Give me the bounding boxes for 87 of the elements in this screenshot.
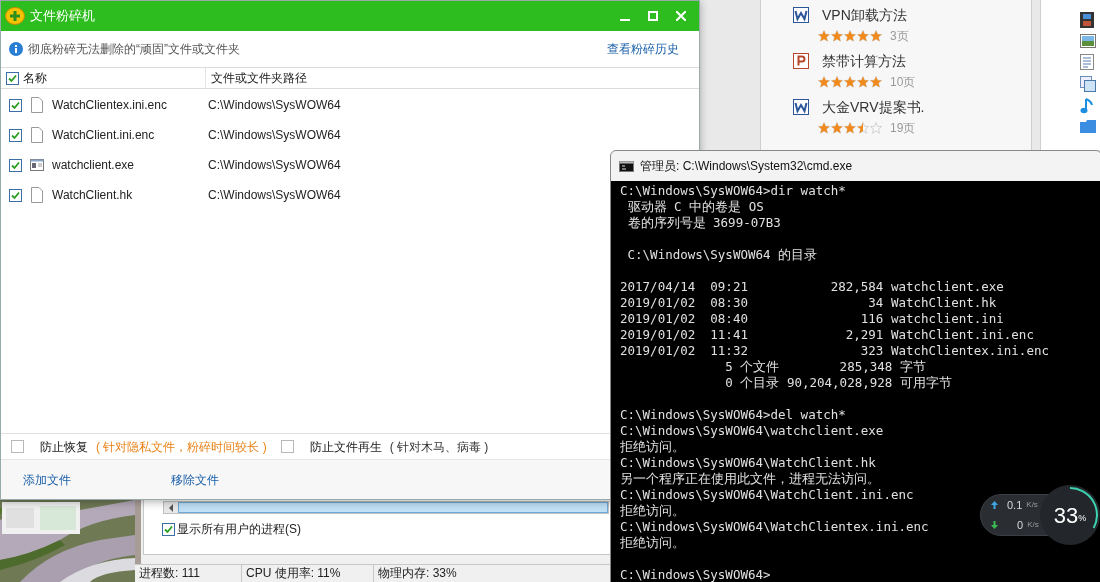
app-logo-icon — [5, 7, 25, 25]
checkbox[interactable] — [11, 440, 24, 453]
console-line: C:\Windows\SysWOW64\WatchClient.hk — [620, 455, 876, 471]
checkbox[interactable] — [9, 188, 22, 202]
console-line: 拒绝访问。 — [620, 439, 685, 455]
file-path: C:\Windows\SysWOW64 — [207, 157, 341, 174]
file-icon — [31, 127, 43, 143]
checkbox[interactable] — [9, 158, 22, 172]
file-path: C:\Windows\SysWOW64 — [207, 187, 341, 204]
film-icon — [1080, 12, 1094, 28]
column-header: 文件或文件夹路径 — [210, 70, 307, 87]
console-icon — [619, 160, 634, 172]
option-label: 防止恢复 — [40, 438, 88, 456]
music-note-icon — [1080, 98, 1094, 114]
action-link[interactable]: 移除文件 — [171, 470, 219, 489]
document-title[interactable]: VPN卸载方法 — [822, 4, 907, 26]
file-name: watchclient.exe — [52, 157, 135, 174]
file-icon — [31, 97, 43, 113]
console-line: 2019/01/02 11:41 2,291 WatchClient.ini.enc — [620, 327, 1034, 343]
status-text: 物理内存: 33% — [377, 565, 458, 582]
console-line: 2019/01/02 11:32 323 WatchClientex.ini.enc — [620, 343, 1049, 359]
document-title[interactable]: 大金VRV提案书. — [822, 96, 925, 118]
window-title: 文件粉碎机 — [30, 7, 95, 26]
word-document-icon — [793, 7, 809, 23]
file-name: WatchClient.hk — [52, 187, 133, 204]
console-line: C:\Windows\SysWOW64\WatchClient.ini.enc — [620, 487, 914, 503]
speed-unit: K/s — [1027, 519, 1039, 532]
document-icon — [1080, 54, 1094, 70]
upload-speed: 0.1 — [1007, 497, 1023, 513]
image-icon — [1080, 34, 1096, 48]
percent-sign: % — [1078, 513, 1087, 526]
checkbox[interactable] — [6, 71, 19, 85]
checkbox-label: 显示所有用户的进程(S) — [177, 521, 301, 538]
download-speed: 0 — [1017, 518, 1024, 533]
document-title[interactable]: 禁带计算方法 — [822, 50, 906, 72]
console-line: C:\Windows\SysWOW64>del watch* — [620, 407, 846, 423]
option-note: ( 针对隐私文件，粉碎时间较长 ) — [96, 438, 267, 456]
console-line: 2019/01/02 08:40 116 watchclient.ini — [620, 311, 1004, 327]
console-line: 2019/01/02 08:30 34 WatchClient.hk — [620, 295, 997, 311]
checkbox[interactable] — [9, 98, 22, 112]
info-icon — [9, 42, 23, 56]
file-icon — [31, 187, 43, 203]
option-note: ( 针对木马、病毒 ) — [389, 438, 489, 456]
upload-arrow-icon — [991, 500, 998, 509]
scroll-thumb[interactable] — [178, 502, 608, 513]
program-file-icon — [30, 159, 44, 171]
console-line: 卷的序列号是 3699-07B3 — [626, 215, 781, 231]
status-text: 进程数: 111 — [135, 565, 242, 582]
checkbox[interactable] — [9, 128, 22, 142]
console-line: C:\Windows\SysWOW64 的目录 — [626, 247, 818, 263]
speed-unit: K/s — [1026, 498, 1038, 511]
console-line: 2017/04/14 09:21 282,584 watchclient.exe — [620, 279, 1004, 295]
page-count: 19页 — [890, 120, 916, 137]
file-path: C:\Windows\SysWOW64 — [207, 127, 341, 144]
console-line: 另一个程序正在使用此文件，进程无法访问。 — [620, 471, 880, 487]
horizontal-scrollbar[interactable] — [163, 501, 609, 514]
console-line: C:\Windows\SysWOW64> — [620, 567, 771, 582]
gauge-percent: 33 — [1053, 501, 1079, 530]
history-link[interactable]: 查看粉碎历史 — [607, 40, 679, 58]
column-header: 名称 — [23, 70, 47, 87]
console-line: C:\Windows\SysWOW64>dir watch* — [620, 183, 846, 199]
file-path: C:\Windows\SysWOW64 — [207, 97, 341, 114]
option-label: 防止文件再生 — [309, 438, 382, 456]
page-count: 3页 — [890, 28, 909, 45]
console-line: 拒绝访问。 — [620, 535, 685, 551]
file-name: WatchClient.ini.enc — [52, 127, 155, 144]
folder-icon — [1080, 120, 1096, 133]
copy-icon — [1080, 76, 1096, 92]
console-line: 拒绝访问。 — [620, 503, 685, 519]
status-text: CPU 使用率: 11% — [242, 565, 374, 582]
console-line: C:\Windows\SysWOW64\watchclient.exe — [620, 423, 884, 439]
console-line: 5 个文件 285,348 字节 — [724, 359, 926, 375]
presentation-document-icon — [793, 53, 809, 69]
console-line: 0 个目录 90,204,028,928 可用字节 — [724, 375, 952, 391]
action-link[interactable]: 添加文件 — [23, 470, 171, 489]
checkbox[interactable] — [280, 440, 294, 453]
file-name: WatchClientex.ini.enc — [52, 97, 167, 114]
info-text: 彻底粉碎无法删除的“顽固”文件或文件夹 — [28, 41, 240, 58]
word-document-icon — [793, 99, 809, 115]
minimize-icon — [620, 19, 630, 21]
download-arrow-icon — [991, 521, 998, 530]
maximize-icon — [648, 11, 658, 21]
page-count: 10页 — [890, 74, 916, 91]
console-line: 驱动器 C 中的卷是 OS — [626, 199, 764, 215]
window-title: 管理员: C:\Windows\System32\cmd.exe — [640, 158, 853, 175]
close-icon — [676, 11, 686, 21]
console-line: C:\Windows\SysWOW64\WatchClientex.ini.enc — [620, 519, 929, 535]
